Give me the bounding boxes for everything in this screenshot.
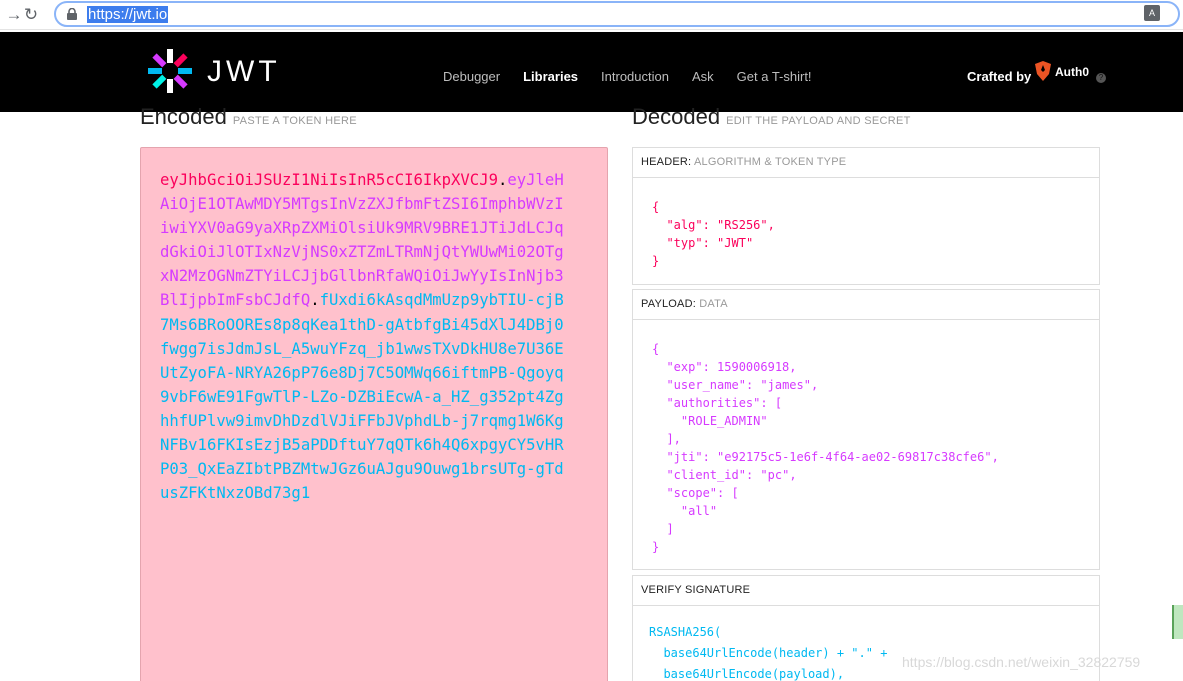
lock-icon xyxy=(67,8,77,20)
token-dot: . xyxy=(497,171,508,189)
logo-wordmark[interactable]: JWT xyxy=(207,56,281,88)
auth0-brand[interactable]: Auth0 xyxy=(1055,65,1089,79)
jwt-logo-icon[interactable] xyxy=(145,46,195,96)
nav-ask[interactable]: Ask xyxy=(692,69,714,85)
side-widget[interactable] xyxy=(1172,605,1183,639)
token-signature-part: fUxdi6kAsqdMmUzp9ybTIU-cjB7Ms6BRoOOREs8p… xyxy=(160,291,564,503)
token-header-part: eyJhbGciOiJSUzI1NiIsInR5cCI6IkpXVCJ9 xyxy=(160,171,498,189)
browser-toolbar: → ↻ https://jwt.io A xyxy=(0,0,1183,30)
decoded-title: Decoded xyxy=(632,104,721,129)
header-box-title: HEADER: ALGORITHM & TOKEN TYPE xyxy=(633,148,1099,178)
crafted-by-label: Crafted by xyxy=(967,69,1032,84)
decoded-subtitle: EDIT THE PAYLOAD AND SECRET xyxy=(726,115,911,127)
main-nav: Debugger Libraries Introduction Ask Get … xyxy=(443,69,835,85)
auth0-shield-icon[interactable] xyxy=(1034,61,1052,81)
nav-debugger[interactable]: Debugger xyxy=(443,69,500,85)
site-header: JWT Debugger Libraries Introduction Ask … xyxy=(0,32,1183,112)
verify-box-title: VERIFY SIGNATURE xyxy=(633,576,1099,606)
watermark-text: https://blog.csdn.net/weixin_32822759 xyxy=(902,654,1141,670)
encoded-heading: Encoded PASTE A TOKEN HERE xyxy=(140,102,357,130)
nav-libraries[interactable]: Libraries xyxy=(523,69,578,85)
info-icon[interactable]: ? xyxy=(1096,73,1106,83)
url-text[interactable]: https://jwt.io xyxy=(87,6,169,23)
header-box: HEADER: ALGORITHM & TOKEN TYPE { "alg": … xyxy=(632,147,1100,285)
nav-get-tshirt[interactable]: Get a T-shirt! xyxy=(737,69,812,85)
encoded-token-input[interactable]: eyJhbGciOiJSUzI1NiIsInR5cCI6IkpXVCJ9.eyJ… xyxy=(140,147,608,681)
token-payload-part: eyJleHAiOjE1OTAwMDY5MTgsInVzZXJfbmFtZSI6… xyxy=(160,171,564,310)
payload-box-title: PAYLOAD: DATA xyxy=(633,290,1099,320)
decoded-heading: Decoded EDIT THE PAYLOAD AND SECRET xyxy=(632,102,911,130)
payload-json-editor[interactable]: { "exp": 1590006918, "user_name": "james… xyxy=(633,320,1099,556)
header-json-editor[interactable]: { "alg": "RS256", "typ": "JWT" } xyxy=(633,178,1099,270)
token-text[interactable]: eyJhbGciOiJSUzI1NiIsInR5cCI6IkpXVCJ9.eyJ… xyxy=(160,168,570,505)
encoded-subtitle: PASTE A TOKEN HERE xyxy=(232,115,357,127)
translate-icon[interactable]: A xyxy=(1144,5,1160,21)
address-bar[interactable]: https://jwt.io xyxy=(54,1,1180,27)
nav-introduction[interactable]: Introduction xyxy=(601,69,669,85)
encoded-title: Encoded xyxy=(140,104,227,129)
payload-box: PAYLOAD: DATA { "exp": 1590006918, "user… xyxy=(632,289,1100,570)
token-dot: . xyxy=(310,291,320,310)
reload-icon[interactable]: ↻ xyxy=(20,4,42,26)
